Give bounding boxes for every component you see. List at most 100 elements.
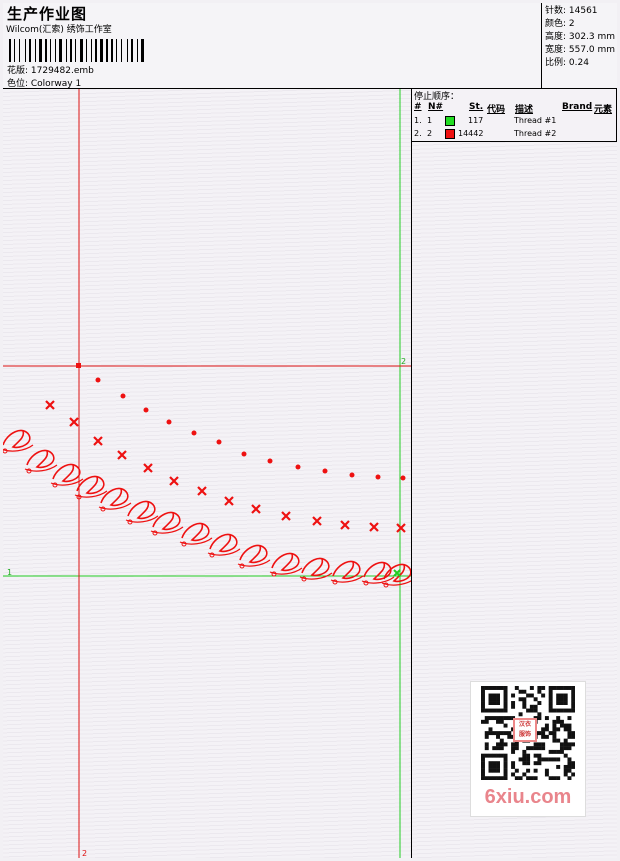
qr-module — [537, 686, 542, 690]
qr-module — [496, 761, 500, 766]
qr-module — [499, 742, 504, 747]
qr-module — [571, 686, 575, 690]
qr-module — [481, 708, 485, 713]
qr-module — [544, 716, 549, 721]
stitch-cross — [69, 417, 79, 427]
qr-module — [496, 719, 500, 724]
qr-module — [563, 742, 568, 747]
stitch-curl — [181, 522, 210, 542]
qr-module — [488, 686, 493, 690]
qr-module — [481, 761, 485, 766]
origin-marker — [76, 363, 81, 368]
qr-module — [567, 768, 572, 773]
qr-module — [484, 753, 489, 758]
qr-module — [496, 753, 500, 758]
thread-sequence-panel: 停止顺序： # N# St. 代码 描述 Brand 元素 1. 1 117 T… — [412, 89, 617, 142]
qr-module — [559, 749, 564, 754]
qr-module — [492, 764, 497, 769]
qr-module — [567, 764, 572, 769]
qr-module — [481, 776, 485, 780]
qr-logo: 汉衣 服饰 — [513, 718, 537, 742]
qr-module — [496, 708, 500, 713]
row2-code: 14442 — [458, 129, 484, 138]
qr-module — [481, 686, 485, 690]
row2-desc: Thread #2 — [514, 129, 557, 138]
stitch-dot — [143, 407, 149, 413]
qr-module — [522, 704, 527, 709]
qr-module — [484, 776, 489, 780]
barcode-bar — [121, 39, 122, 62]
qr-module — [503, 708, 508, 713]
qr-module — [533, 753, 538, 758]
barcode-bar — [116, 39, 117, 62]
qr-module — [533, 768, 538, 773]
design-preview: 1 2 2 — [3, 89, 411, 858]
row1-desc: Thread #1 — [514, 116, 557, 125]
qr-module — [511, 704, 516, 709]
stitch-cross — [396, 523, 406, 533]
qr-module — [571, 731, 575, 736]
qr-module — [567, 723, 572, 728]
qr-module — [537, 701, 542, 705]
qr-module — [484, 734, 489, 739]
qr-module — [548, 757, 553, 762]
qr-module — [567, 734, 572, 739]
qr-module — [492, 686, 497, 690]
col-code-header: 代码 — [487, 105, 506, 115]
qr-module — [537, 689, 542, 694]
stitch-curl — [271, 552, 300, 572]
row1-code: 117 — [468, 116, 484, 125]
barcode-bar — [100, 39, 103, 62]
barcode-bar — [29, 39, 31, 62]
qr-module — [563, 768, 568, 773]
barcode-bar — [9, 39, 11, 62]
qr-module — [492, 761, 497, 766]
qr-module — [552, 776, 557, 780]
watermark-brand: 6xiu.com — [484, 786, 572, 808]
qr-module — [492, 746, 497, 751]
qr-module — [499, 776, 504, 780]
stitch-cross — [143, 463, 153, 473]
qr-module — [496, 746, 500, 751]
qr-module — [503, 704, 508, 709]
qr-module — [571, 761, 575, 766]
qr-module — [537, 731, 542, 736]
qr-module — [496, 701, 500, 705]
qr-module — [481, 704, 485, 709]
qr-module — [559, 746, 564, 751]
stitch-dot — [349, 472, 355, 478]
qr-module — [529, 776, 534, 780]
qr-module — [548, 701, 553, 705]
qr-module — [514, 746, 519, 751]
stitch-curl — [52, 463, 81, 483]
sheet-title: 生产作业图 — [7, 5, 88, 23]
qr-module — [484, 708, 489, 713]
qr-module — [552, 719, 557, 724]
barcode-bar — [25, 39, 26, 62]
row1-n: 1 — [427, 116, 433, 125]
qr-module — [552, 731, 557, 736]
qr-module — [563, 697, 568, 702]
qr-module — [492, 768, 497, 773]
barcode-bar — [39, 39, 42, 62]
qr-module — [563, 738, 568, 743]
barcode-bar — [75, 39, 76, 62]
qr-module — [571, 764, 575, 769]
qr-module — [544, 727, 549, 732]
design-scale: 比例: 0.24 — [545, 58, 589, 68]
qr-module — [541, 727, 546, 732]
qr-module — [537, 742, 542, 747]
stitch-dot — [95, 377, 101, 383]
stitch-cross — [45, 400, 55, 410]
qr-module — [529, 693, 534, 698]
qr-module — [556, 697, 561, 702]
qr-module — [548, 749, 553, 754]
qr-module — [522, 761, 527, 766]
qr-module — [571, 704, 575, 709]
qr-module — [526, 757, 531, 762]
qr-module — [559, 742, 564, 747]
qr-module — [537, 761, 542, 766]
qr-module — [503, 757, 508, 762]
qr-module — [496, 693, 500, 698]
qr-module — [522, 689, 527, 694]
